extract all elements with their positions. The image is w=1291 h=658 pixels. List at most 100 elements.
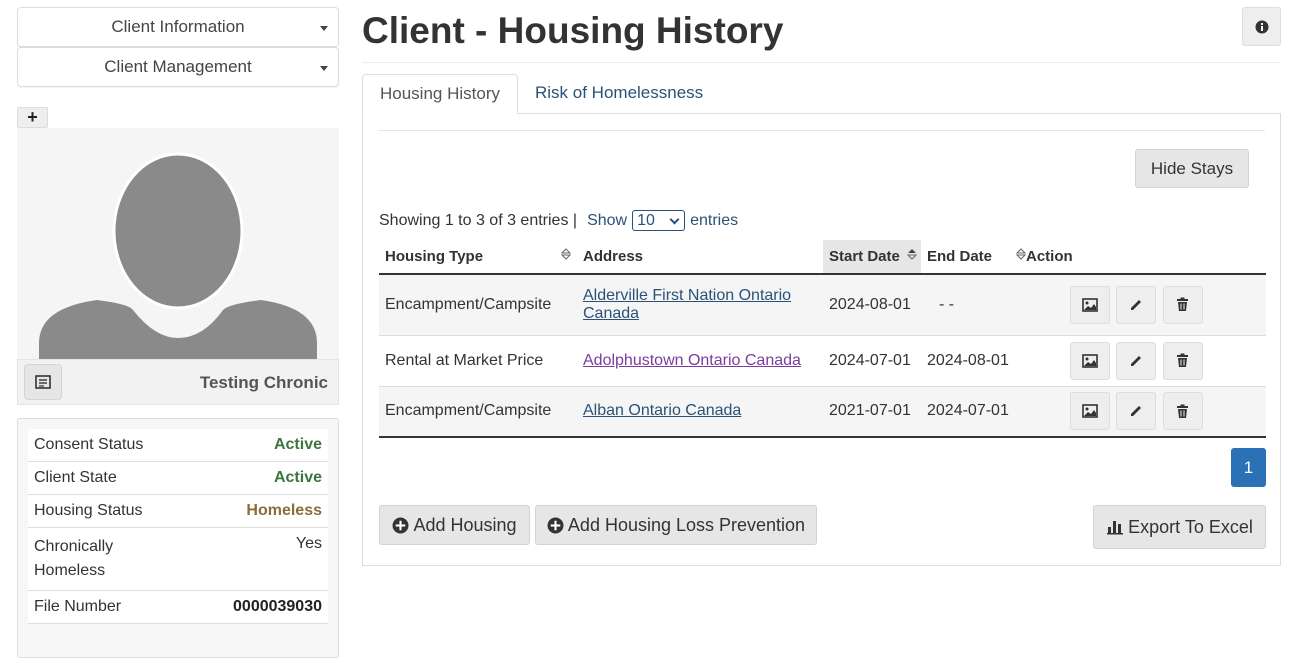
cell-housing-type: Rental at Market Price — [385, 351, 544, 369]
edit-button[interactable] — [1116, 285, 1157, 324]
cell-housing-type: Encampment/Campsite — [385, 295, 552, 313]
cell-end-date: 2024-07-01 — [927, 402, 1009, 420]
delete-button[interactable] — [1162, 285, 1203, 324]
hide-stays-button[interactable]: Hide Stays — [1135, 149, 1249, 188]
tab-housing-history[interactable]: Housing History — [362, 74, 518, 114]
column-header-start-date[interactable]: Start Date — [823, 240, 921, 275]
cell-start-date: 2021-07-01 — [829, 402, 911, 420]
client-status-panel: Consent Status Active Client State Activ… — [17, 418, 339, 658]
chevron-down-icon — [669, 214, 680, 225]
edit-button[interactable] — [1116, 341, 1157, 380]
column-header-address[interactable]: Address — [577, 240, 823, 275]
client-management-label: Client Management — [104, 57, 252, 76]
info-button[interactable] — [1242, 7, 1281, 46]
info-label: Consent Status — [34, 436, 144, 453]
show-label: Show — [587, 211, 628, 229]
bar-chart-icon — [1107, 521, 1124, 535]
info-row-client-state: Client State Active — [28, 462, 328, 495]
entries-label: entries — [690, 211, 739, 229]
plus-circle-icon — [547, 517, 564, 533]
info-circle-icon — [1255, 20, 1268, 33]
info-value: Homeless — [246, 502, 322, 519]
trash-icon — [1177, 404, 1189, 418]
client-information-label: Client Information — [111, 17, 245, 36]
table-row: Encampment/Campsite Alban Ontario Canada… — [379, 386, 1266, 437]
export-to-excel-button[interactable]: Export To Excel — [1093, 505, 1266, 549]
info-row-chronically-homeless: Chronically Homeless Yes — [28, 528, 328, 591]
client-name-bar: Testing Chronic — [17, 359, 339, 405]
info-label: Client State — [34, 469, 117, 486]
add-housing-button[interactable]: Add Housing — [379, 505, 530, 545]
cell-start-date: 2024-08-01 — [829, 295, 911, 313]
table-info: Showing 1 to 3 of 3 entries | Show 10 en… — [379, 210, 738, 231]
pagination-page-1[interactable]: 1 — [1231, 448, 1266, 487]
cell-actions — [1020, 335, 1266, 386]
person-silhouette-icon — [39, 152, 317, 368]
trash-icon — [1177, 353, 1189, 367]
pencil-icon — [1131, 406, 1142, 417]
info-value: Active — [273, 436, 322, 453]
table-row: Encampment/Campsite Alderville First Nat… — [379, 274, 1266, 335]
image-button[interactable] — [1070, 285, 1110, 324]
cell-actions — [1020, 386, 1266, 437]
delete-button[interactable] — [1162, 341, 1203, 380]
info-label: File Number — [34, 598, 122, 615]
add-housing-label: Add Housing — [413, 514, 517, 535]
trash-icon — [1177, 297, 1189, 312]
info-value: Yes — [295, 535, 322, 552]
image-icon — [1082, 404, 1098, 419]
add-housing-loss-prevention-label: Add Housing Loss Prevention — [567, 514, 806, 535]
cell-housing-type: Encampment/Campsite — [385, 402, 552, 420]
housing-history-panel: Hide Stays Showing 1 to 3 of 3 entries |… — [362, 113, 1281, 566]
delete-button[interactable] — [1162, 392, 1203, 431]
cell-end-date: - - — [939, 295, 955, 313]
panel-divider — [378, 130, 1265, 131]
image-button[interactable] — [1070, 392, 1110, 431]
page-size-value: 10 — [637, 211, 655, 229]
cell-actions — [1020, 274, 1266, 335]
tab-risk-of-homelessness[interactable]: Risk of Homelessness — [518, 74, 720, 114]
address-link[interactable]: Alderville First Nation Ontario Canada — [583, 287, 791, 322]
cell-address: Adolphustown Ontario Canada — [577, 335, 823, 386]
info-label: Chronically Homeless — [34, 538, 114, 579]
table-row: Rental at Market Price Adolphustown Onta… — [379, 335, 1266, 386]
sort-icon — [561, 248, 571, 260]
title-divider — [362, 62, 1281, 63]
sort-icon — [907, 249, 917, 260]
pencil-icon — [1131, 299, 1142, 310]
column-header-end-date[interactable]: End Date — [921, 240, 1026, 275]
page-title: Client - Housing History — [362, 10, 784, 51]
info-row-consent-status: Consent Status Active — [28, 429, 328, 462]
caret-down-icon — [320, 66, 328, 71]
client-name: Testing Chronic — [199, 373, 328, 392]
table-header-row: Housing Type Address Start Date End Date… — [379, 240, 1266, 275]
client-management-dropdown[interactable]: Client Management — [17, 47, 339, 87]
edit-button[interactable] — [1116, 392, 1157, 431]
cell-address: Alban Ontario Canada — [577, 386, 823, 437]
info-value: Active — [273, 469, 322, 486]
address-link[interactable]: Adolphustown Ontario Canada — [583, 352, 801, 369]
address-link[interactable]: Alban Ontario Canada — [583, 402, 741, 419]
image-icon — [1082, 297, 1098, 312]
info-value: 0000039030 — [233, 598, 322, 615]
showing-entries-text: Showing 1 to 3 of 3 entries | — [379, 211, 578, 229]
image-button[interactable] — [1070, 341, 1110, 380]
caret-down-icon — [320, 26, 328, 31]
plus-circle-icon — [392, 517, 409, 533]
column-header-housing-type[interactable]: Housing Type — [379, 240, 577, 275]
pencil-icon — [1131, 355, 1142, 366]
tab-bar: Housing History Risk of Homelessness — [362, 74, 720, 114]
housing-history-table: Housing Type Address Start Date End Date… — [379, 240, 1266, 438]
expand-plus-button[interactable]: + — [17, 107, 48, 128]
profile-card-icon[interactable] — [24, 364, 62, 400]
column-header-action: Action — [1020, 240, 1266, 275]
info-row-housing-status: Housing Status Homeless — [28, 495, 328, 528]
info-label: Housing Status — [34, 502, 143, 519]
export-to-excel-label: Export To Excel — [1128, 516, 1253, 537]
info-row-file-number: File Number 0000039030 — [28, 591, 328, 624]
cell-start-date: 2024-07-01 — [829, 351, 911, 369]
client-information-dropdown[interactable]: Client Information — [17, 7, 339, 47]
avatar — [17, 128, 339, 368]
add-housing-loss-prevention-button[interactable]: Add Housing Loss Prevention — [535, 505, 817, 545]
page-size-select[interactable]: 10 — [632, 210, 686, 231]
